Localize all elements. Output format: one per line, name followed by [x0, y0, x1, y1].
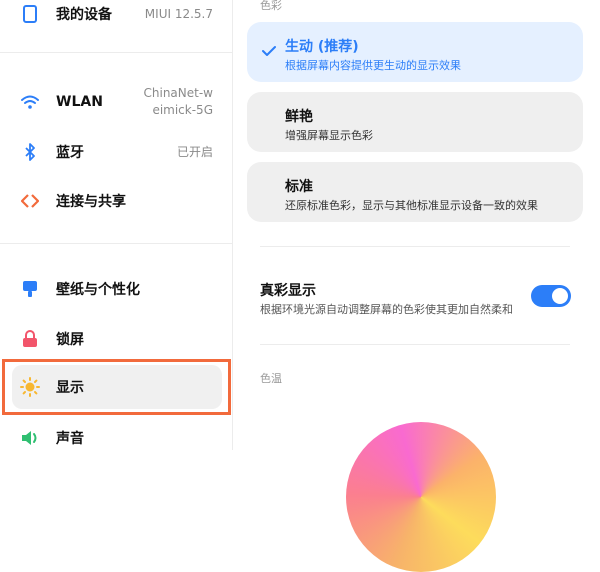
sidebar-item-bluetooth[interactable]: 蓝牙 已开启 [0, 128, 232, 176]
sidebar-item-my-device[interactable]: 我的设备 MIUI 12.5.7 [0, 0, 232, 38]
sidebar-divider [0, 52, 232, 53]
connection-share-icon [20, 191, 40, 211]
sidebar-item-label: 壁纸与个性化 [56, 282, 140, 298]
sidebar-item-label: 蓝牙 [56, 145, 84, 161]
sidebar-divider [0, 243, 232, 244]
settings-sidebar: 我的设备 MIUI 12.5.7 WLAN ChinaNet-w eimick-… [0, 0, 233, 450]
phone-icon [20, 4, 40, 24]
sidebar-item-label: 锁屏 [56, 332, 84, 348]
sidebar-item-label: 我的设备 [56, 7, 112, 23]
section-label-color-temperature: 色温 [260, 372, 282, 385]
true-color-title: 真彩显示 [260, 283, 316, 299]
option-title: 标准 [285, 179, 313, 195]
true-color-description: 根据环境光源自动调整屏幕的色彩使其更加自然柔和 [260, 303, 513, 316]
sidebar-item-label: 声音 [56, 431, 84, 447]
true-color-toggle[interactable] [531, 285, 571, 307]
sidebar-item-label: 连接与共享 [56, 194, 126, 210]
sidebar-item-wallpaper[interactable]: 壁纸与个性化 [0, 265, 232, 313]
sidebar-item-lockscreen[interactable]: 锁屏 [0, 315, 232, 363]
section-divider [260, 344, 570, 345]
option-title: 生动 (推荐) [285, 39, 359, 55]
section-divider [260, 246, 570, 247]
bluetooth-icon [20, 142, 40, 162]
sidebar-item-sound[interactable]: 声音 [0, 414, 232, 462]
option-description: 增强屏幕显示色彩 [285, 129, 373, 142]
miui-version: MIUI 12.5.7 [144, 6, 213, 21]
wallpaper-icon [20, 279, 40, 299]
wlan-network-name: ChinaNet-w eimick-5G [144, 85, 214, 119]
color-option-saturated[interactable]: 鲜艳 增强屏幕显示色彩 [247, 92, 583, 152]
toggle-knob [552, 288, 568, 304]
color-option-vivid[interactable]: 生动 (推荐) 根据屏幕内容提供更生动的显示效果 [247, 22, 583, 82]
check-icon [262, 42, 276, 61]
wifi-icon [20, 92, 40, 112]
color-option-standard[interactable]: 标准 还原标准色彩，显示与其他标准显示设备一致的效果 [247, 162, 583, 222]
sidebar-item-connection-sharing[interactable]: 连接与共享 [0, 177, 232, 225]
speaker-icon [20, 428, 40, 448]
sidebar-item-wlan[interactable]: WLAN ChinaNet-w eimick-5G [0, 78, 232, 126]
sidebar-item-label: WLAN [56, 94, 103, 110]
highlight-annotation-box [2, 359, 231, 415]
lock-icon [20, 329, 40, 349]
color-temperature-wheel[interactable] [346, 422, 496, 572]
section-label-color: 色彩 [260, 0, 282, 12]
wlan-name-line1: ChinaNet-w [143, 86, 214, 100]
bluetooth-status: 已开启 [176, 144, 213, 159]
option-description: 根据屏幕内容提供更生动的显示效果 [285, 59, 461, 72]
option-title: 鲜艳 [285, 109, 313, 125]
wlan-name-line2: eimick-5G [152, 103, 213, 117]
option-description: 还原标准色彩，显示与其他标准显示设备一致的效果 [285, 199, 538, 212]
